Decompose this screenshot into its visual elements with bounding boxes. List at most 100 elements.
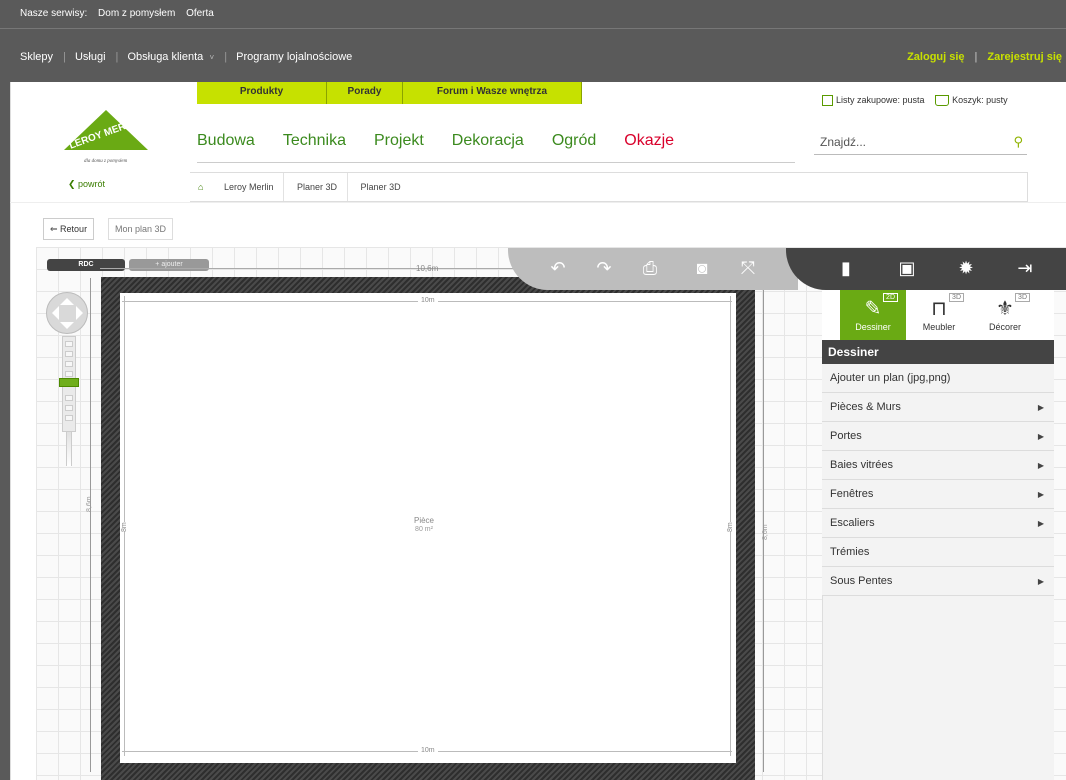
new-file-icon[interactable]: ▮	[834, 258, 858, 279]
room-width-label-bottom: 10m	[418, 747, 438, 754]
menu-item-label: Trémies	[830, 546, 870, 558]
menu-item-label: Escaliers	[830, 517, 875, 529]
menu-item-pieces-murs[interactable]: Pièces & Murs ▶	[822, 393, 1054, 422]
shopping-list-link[interactable]: Listy zakupowe: pusta	[836, 95, 925, 105]
mode-meubler[interactable]: ⊓ 3D Meubler	[906, 290, 972, 340]
services-label: Nasze serwisy:	[20, 8, 88, 19]
search-placeholder: Znajdź...	[820, 135, 867, 149]
zoom-step	[65, 371, 73, 377]
back-link-label: powrót	[78, 179, 106, 189]
file-toolbar: ▮ ▣ ✹ ⇥	[786, 248, 1066, 290]
panel-title: Dessiner	[822, 340, 1054, 364]
breadcrumb: ⌂ Leroy Merlin Planer 3D Planer 3D	[190, 172, 1028, 202]
menu-item-baies-vitrees[interactable]: Baies vitrées ▶	[822, 451, 1054, 480]
login-link[interactable]: Zaloguj się	[907, 51, 964, 63]
main-nav-budowa[interactable]: Budowa	[197, 132, 255, 150]
menu-item-tremies[interactable]: Trémies	[822, 538, 1054, 567]
tab-porady[interactable]: Porady	[327, 82, 403, 104]
cart-link[interactable]: Koszyk: pusty	[952, 95, 1008, 105]
main-nav-projekt[interactable]: Projekt	[374, 132, 424, 150]
main-nav-technika[interactable]: Technika	[283, 132, 346, 150]
breadcrumb-item[interactable]: Leroy Merlin	[214, 173, 285, 201]
draw-menu: Ajouter un plan (jpg,png) Pièces & Murs ▶…	[822, 364, 1054, 596]
menu-item-label: Fenêtres	[830, 488, 874, 500]
menu-item-escaliers[interactable]: Escaliers ▶	[822, 509, 1054, 538]
redo-icon[interactable]: ↷	[592, 258, 616, 279]
mode-badge: 2D	[883, 293, 898, 302]
level-rdc-button[interactable]: RDC	[47, 259, 125, 271]
search-input[interactable]: Znajdź... ⚲	[814, 129, 1027, 155]
top-dimension-label: 10,6m	[416, 264, 439, 273]
undo-icon[interactable]: ↶	[546, 258, 570, 279]
add-level-button[interactable]: + ajouter	[129, 259, 209, 271]
menu-item-sous-pentes[interactable]: Sous Pentes ▶	[822, 567, 1054, 596]
chevron-right-icon: ▶	[1037, 432, 1044, 441]
search-icon[interactable]: ⚲	[1013, 129, 1023, 155]
main-nav-dekoracja[interactable]: Dekoracja	[452, 132, 524, 150]
menu-item-fenetres[interactable]: Fenêtres ▶	[822, 480, 1054, 509]
room-width-label: 10m	[418, 297, 438, 304]
menu-item-label: Ajouter un plan (jpg,png)	[830, 372, 951, 384]
mode-decorer[interactable]: ⚜ 3D Décorer	[972, 290, 1038, 340]
mode-label: Meubler	[922, 322, 956, 332]
retour-button[interactable]: ⇐ Retour	[43, 218, 95, 240]
exit-icon[interactable]: ⇥	[1013, 258, 1037, 279]
chevron-right-icon: ▶	[1037, 490, 1044, 499]
menu-item-ajouter-plan[interactable]: Ajouter un plan (jpg,png)	[822, 364, 1054, 393]
print-icon[interactable]: ⎙	[638, 258, 662, 279]
main-nav-okazje[interactable]: Okazje	[624, 132, 674, 150]
menu-item-portes[interactable]: Portes ▶	[822, 422, 1054, 451]
nav-obsluga-klienta[interactable]: Obsługa klienta	[127, 51, 203, 63]
right-dimension-label: 8,6m	[762, 524, 769, 540]
divider: |	[224, 51, 228, 63]
room-height-label-right: 8m	[727, 522, 734, 532]
cart-icon	[935, 95, 950, 107]
room-name: Pièce	[413, 516, 434, 525]
zoom-step	[65, 341, 73, 347]
zoom-step	[65, 361, 73, 367]
chevron-right-icon: ▶	[1037, 403, 1044, 412]
menu-item-label: Sous Pentes	[830, 575, 893, 587]
tab-produkty[interactable]: Produkty	[197, 82, 327, 104]
breadcrumb-item[interactable]: Planer 3D	[287, 173, 349, 201]
settings-icon[interactable]: ✹	[954, 258, 978, 279]
menu-item-label: Pièces & Murs	[830, 401, 901, 413]
pan-down-icon[interactable]	[60, 322, 74, 336]
fullscreen-icon[interactable]: ⤧	[736, 258, 760, 279]
register-link[interactable]: Zarejestruj się	[987, 51, 1062, 63]
nav-programy[interactable]: Programy lojalnościowe	[236, 51, 352, 63]
room-area: 80 m²	[415, 526, 433, 533]
pan-up-icon[interactable]	[60, 291, 74, 305]
main-nav-ogrod[interactable]: Ogród	[552, 132, 596, 150]
edit-toolbar: ↶ ↷ ⎙ ◙ ⤧	[508, 248, 798, 290]
logo-tagline: dla domu z pomysłem	[84, 159, 128, 164]
chevron-right-icon: ▶	[1037, 577, 1044, 586]
back-link[interactable]: ❮ powrót	[68, 179, 105, 190]
mode-dessiner[interactable]: ✎ 2D Dessiner	[840, 290, 906, 340]
top-services-bar: Nasze serwisy: Dom z pomysłem Oferta	[0, 0, 1066, 29]
mon-plan-tab[interactable]: Mon plan 3D	[108, 218, 174, 240]
top-tabs: Produkty Porady Forum i Wasze wnętrza	[197, 82, 582, 104]
nav-uslugi[interactable]: Usługi	[75, 51, 106, 63]
services-link-oferta[interactable]: Oferta	[186, 8, 214, 19]
camera-icon[interactable]: ◙	[690, 258, 714, 279]
divider	[197, 162, 795, 163]
save-icon[interactable]: ▣	[895, 258, 919, 279]
nav-sklepy[interactable]: Sklepy	[20, 51, 53, 63]
zoom-handle[interactable]	[59, 378, 79, 387]
pan-left-icon[interactable]	[45, 306, 59, 320]
pan-control[interactable]	[46, 292, 88, 334]
leroy-merlin-logo[interactable]: LEROY MERLIN dla domu z pomysłem	[56, 106, 156, 170]
services-link-dom[interactable]: Dom z pomysłem	[98, 8, 175, 19]
divider: |	[63, 51, 66, 63]
home-icon[interactable]: ⌂	[198, 182, 203, 192]
left-dimension-label: 8,6m	[86, 496, 93, 512]
back-arrow-icon: ⇐	[50, 224, 61, 234]
chevron-down-icon: ˅	[207, 53, 215, 62]
pan-right-icon[interactable]	[76, 306, 90, 320]
breadcrumb-item: Planer 3D	[360, 182, 401, 192]
tab-forum[interactable]: Forum i Wasze wnętrza	[403, 82, 582, 104]
zoom-step	[65, 351, 73, 357]
chevron-right-icon: ▶	[1037, 519, 1044, 528]
